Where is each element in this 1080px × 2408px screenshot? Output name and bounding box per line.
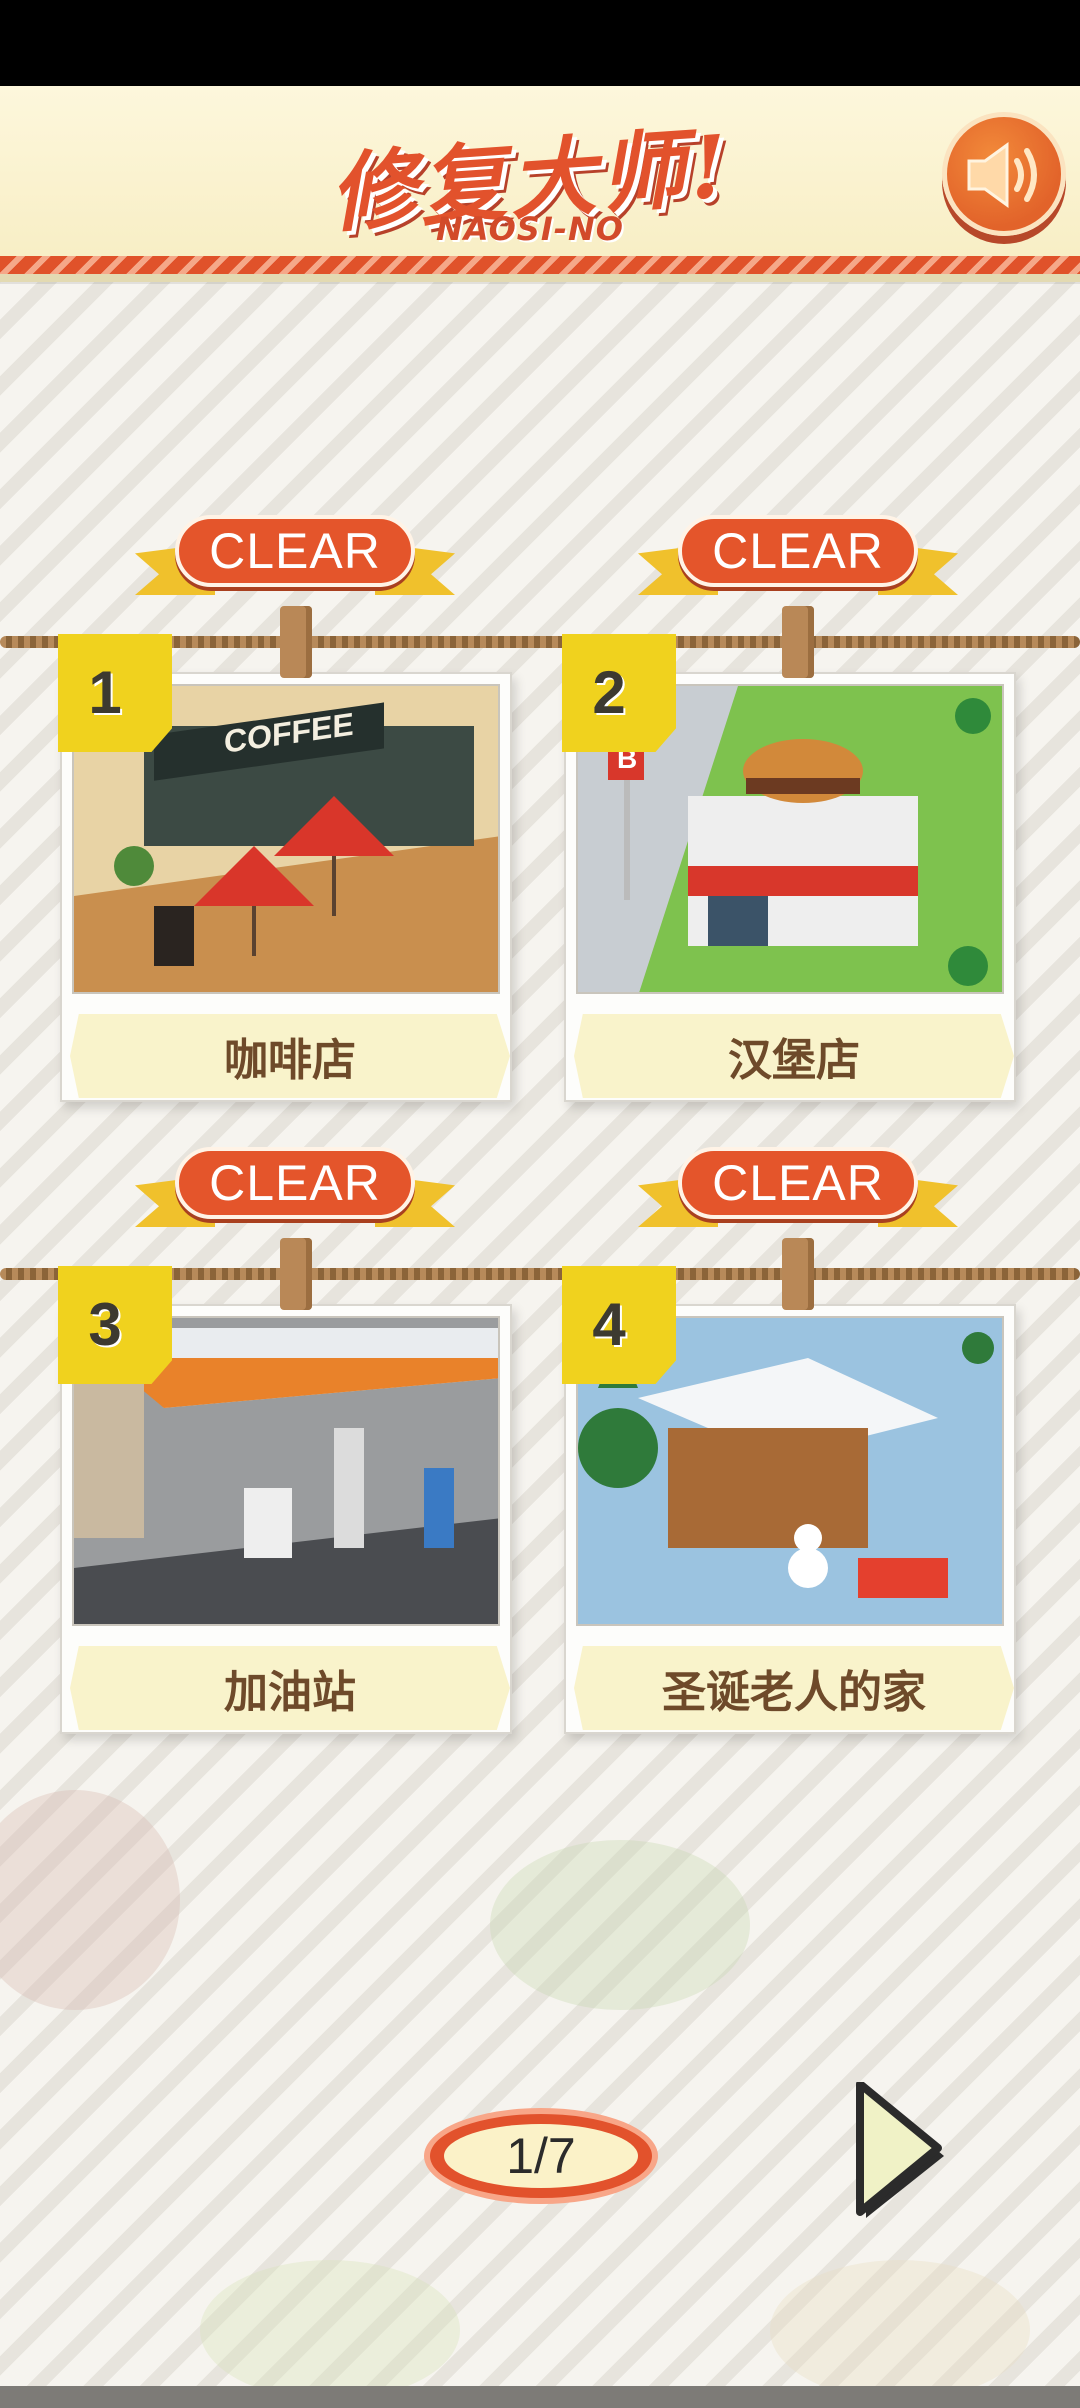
level-card-2[interactable]: B 2 汉堡店 xyxy=(562,634,1016,1102)
level-card-1[interactable]: COFFEE 1 咖啡店 xyxy=(58,634,512,1102)
sound-button[interactable] xyxy=(942,112,1066,236)
level-number-badge: 3 xyxy=(58,1266,172,1384)
level-name: 咖啡店 xyxy=(70,1014,510,1098)
level-name: 圣诞老人的家 xyxy=(574,1646,1014,1730)
clear-label: CLEAR xyxy=(175,515,415,587)
clear-ribbon: CLEAR xyxy=(135,505,455,615)
navigation-bar xyxy=(0,2386,1080,2408)
level-name: 汉堡店 xyxy=(574,1014,1014,1098)
header-shadow xyxy=(0,274,1080,284)
clothespin xyxy=(782,1238,814,1310)
level-number-badge: 4 xyxy=(562,1266,676,1384)
logo-subtitle: NAOSI-NO xyxy=(436,210,624,248)
next-page-button[interactable] xyxy=(856,2080,950,2224)
clothespin xyxy=(280,1238,312,1310)
level-number-badge: 1 xyxy=(58,634,172,752)
game-logo: 修复大师! NAOSI-NO xyxy=(300,110,760,260)
clear-label: CLEAR xyxy=(678,515,918,587)
background-building xyxy=(490,1840,750,2010)
clear-label: CLEAR xyxy=(175,1147,415,1219)
speaker-icon xyxy=(967,142,1037,208)
page-number: 1/7 xyxy=(444,2124,638,2188)
clear-label: CLEAR xyxy=(678,1147,918,1219)
clear-ribbon: CLEAR xyxy=(135,1137,455,1247)
background-building xyxy=(770,2260,1030,2400)
level-card-4[interactable]: 4 圣诞老人的家 xyxy=(562,1266,1016,1734)
background-building xyxy=(200,2260,460,2400)
page-indicator: 1/7 xyxy=(424,2108,658,2204)
play-triangle-icon xyxy=(856,2080,944,2218)
clothespin xyxy=(280,606,312,678)
level-card-3[interactable]: GS 3 加油站 xyxy=(58,1266,512,1734)
level-number-badge: 2 xyxy=(562,634,676,752)
clear-ribbon: CLEAR xyxy=(638,1137,958,1247)
background-building xyxy=(0,1790,180,2010)
clear-ribbon: CLEAR xyxy=(638,505,958,615)
level-name: 加油站 xyxy=(70,1646,510,1730)
status-bar xyxy=(0,0,1080,86)
clothespin xyxy=(782,606,814,678)
